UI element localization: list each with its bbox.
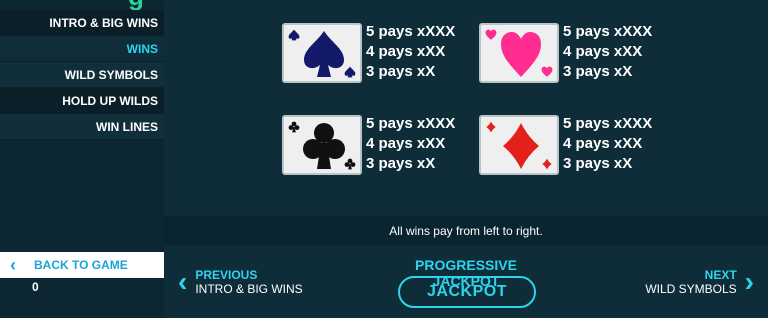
spade-icon [288, 29, 300, 41]
wins-note: All wins pay from left to right. [164, 216, 768, 246]
jackpot-button[interactable]: JACKPOT [398, 276, 536, 308]
pay-line: 5 pays xXXX [563, 115, 653, 132]
heart-icon [501, 32, 541, 77]
balance-value: 0 [32, 280, 39, 294]
spade-icon [344, 66, 356, 78]
sidebar-item-wins[interactable]: WINS [0, 36, 164, 62]
back-to-game-label: BACK TO GAME [34, 258, 128, 272]
sidebar: g INTRO & BIG WINS WINS WILD SYMBOLS HOL… [0, 0, 164, 318]
diamond-icon [486, 121, 496, 133]
next-label: NEXT [704, 268, 737, 282]
pay-line: 3 pays xX [366, 63, 436, 80]
chevron-left-icon: ‹ [10, 254, 16, 275]
pay-line: 4 pays xXX [563, 135, 643, 152]
club-icon [288, 121, 300, 133]
pay-line: 3 pays xX [366, 155, 436, 172]
pay-line: 3 pays xX [563, 155, 633, 172]
back-to-game-button[interactable]: ‹ BACK TO GAME [0, 252, 164, 278]
card-club [282, 115, 362, 175]
pay-line: 5 pays xXXX [366, 115, 456, 132]
heart-icon [485, 29, 497, 40]
club-icon [344, 158, 356, 170]
pay-line: 3 pays xX [563, 63, 633, 80]
pay-line: 5 pays xXXX [366, 23, 456, 40]
sidebar-item-intro-big-wins[interactable]: INTRO & BIG WINS [0, 10, 164, 36]
pay-line: 4 pays xXX [366, 135, 446, 152]
next-button[interactable]: NEXT WILD SYMBOLS › [645, 266, 754, 297]
paytable-panel: 5 pays xXXX 4 pays xXX 3 pays xX 5 pays … [164, 0, 768, 318]
heart-pays: 5 pays xXXX 4 pays xXX 3 pays xX [563, 22, 652, 82]
sidebar-item-win-lines[interactable]: WIN LINES [0, 114, 164, 140]
sidebar-item-hold-up-wilds[interactable]: HOLD UP WILDS [0, 88, 164, 114]
spade-pays: 5 pays xXXX 4 pays xXX 3 pays xX [366, 22, 455, 82]
pay-line: 5 pays xXXX [563, 23, 653, 40]
spade-icon [304, 31, 344, 77]
diamond-pays: 5 pays xXXX 4 pays xXX 3 pays xX [563, 114, 652, 174]
sidebar-nav: INTRO & BIG WINS WINS WILD SYMBOLS HOLD … [0, 10, 164, 140]
card-diamond [479, 115, 559, 175]
chevron-right-icon: › [744, 266, 754, 297]
club-icon [303, 123, 345, 169]
logo-fragment: g [128, 0, 154, 9]
card-heart [479, 23, 559, 83]
previous-button[interactable]: ‹ PREVIOUS INTRO & BIG WINS [178, 266, 303, 297]
pay-line: 4 pays xXX [563, 43, 643, 60]
club-pays: 5 pays xXXX 4 pays xXX 3 pays xX [366, 114, 455, 174]
diamond-icon [503, 123, 539, 169]
sidebar-item-wild-symbols[interactable]: WILD SYMBOLS [0, 62, 164, 88]
next-section-label: WILD SYMBOLS [645, 282, 737, 296]
card-spade [282, 23, 362, 83]
heart-icon [541, 66, 553, 77]
previous-label: PREVIOUS [195, 268, 258, 282]
previous-section-label: INTRO & BIG WINS [195, 282, 303, 296]
chevron-left-icon: ‹ [178, 266, 188, 297]
diamond-icon [542, 158, 552, 170]
pay-line: 4 pays xXX [366, 43, 446, 60]
